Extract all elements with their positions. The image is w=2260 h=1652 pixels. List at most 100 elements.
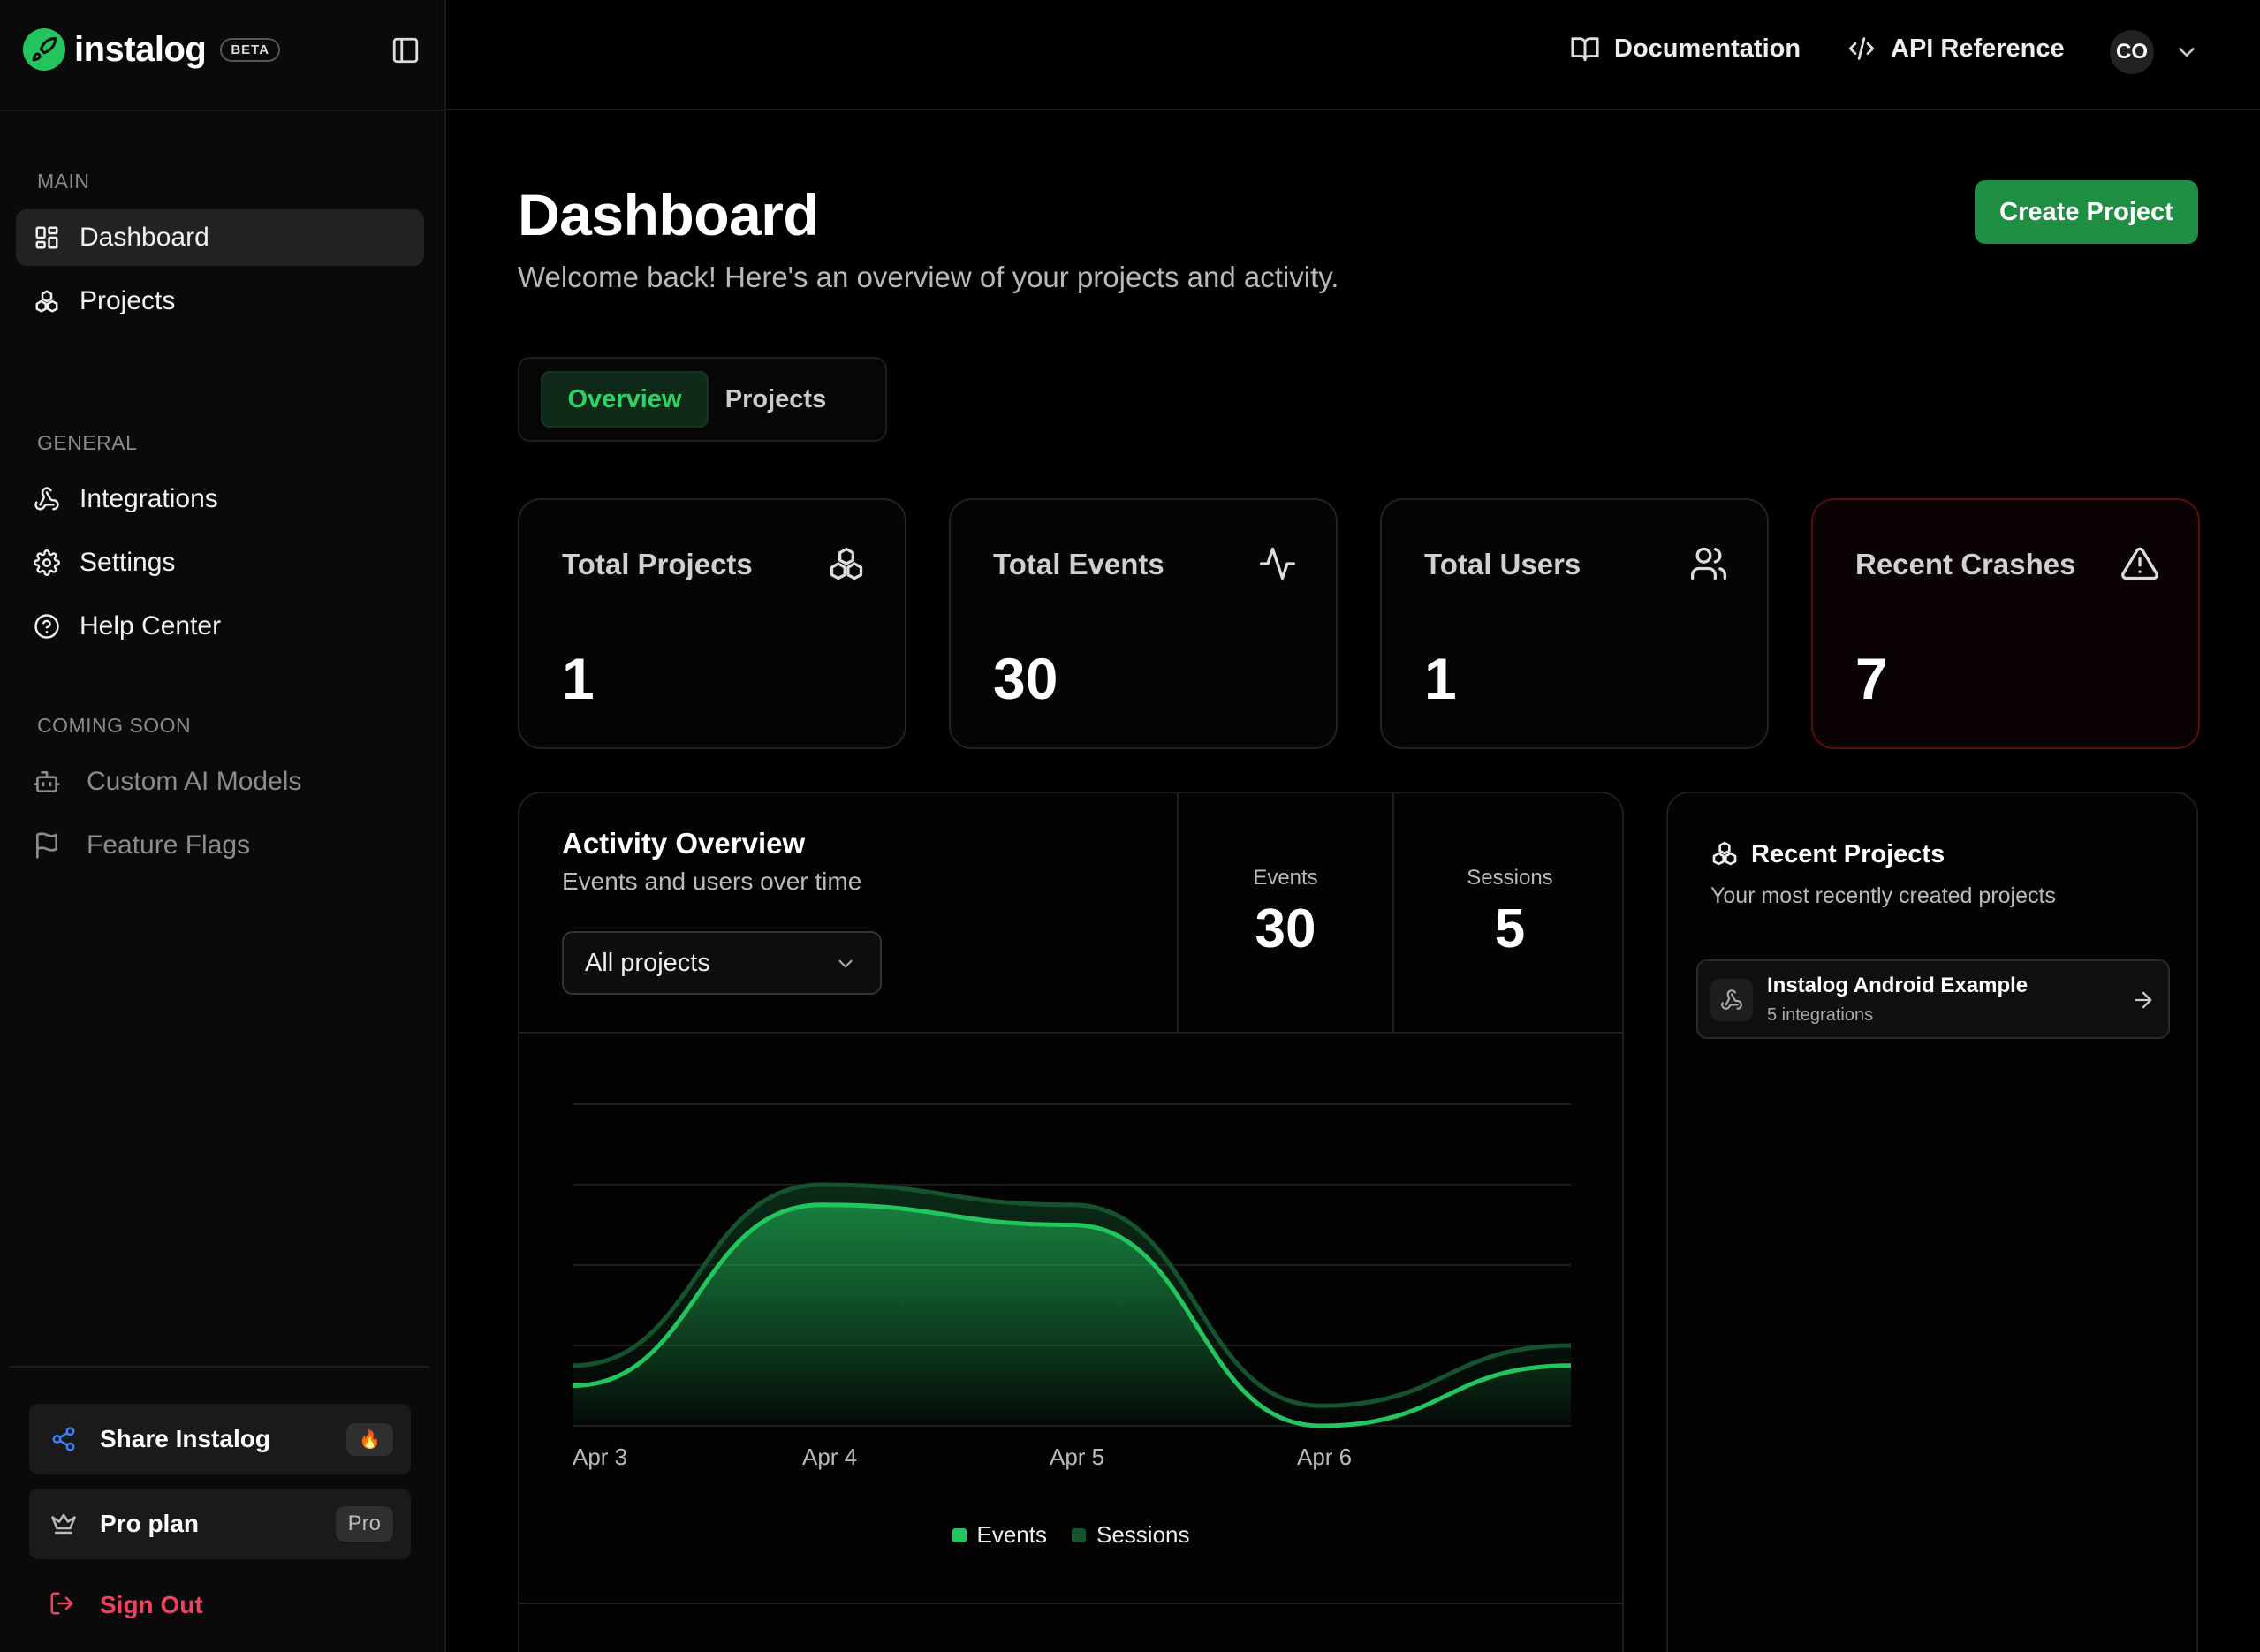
activity-area-chart: Apr 3 Apr 4 Apr 5 Apr 6 bbox=[572, 1103, 1572, 1470]
crown-icon bbox=[49, 1509, 79, 1539]
section-label-main: MAIN bbox=[37, 170, 90, 193]
share-instalog-button[interactable]: Share Instalog 🔥 bbox=[29, 1404, 411, 1474]
recent-projects-panel: Recent Projects Your most recently creat… bbox=[1666, 792, 2198, 1652]
sidebar-item-label: Dashboard bbox=[80, 223, 209, 252]
legend-item-sessions[interactable]: Sessions bbox=[1072, 1521, 1190, 1549]
metric-sessions-value: 5 bbox=[1494, 898, 1526, 959]
stat-title: Total Users bbox=[1424, 548, 1581, 580]
sidebar-item-label: Integrations bbox=[80, 484, 218, 513]
x-tick-label: Apr 3 bbox=[573, 1444, 627, 1470]
sidebar-item-label: Custom AI Models bbox=[87, 767, 302, 796]
api-reference-label: API Reference bbox=[1891, 34, 2065, 63]
tab-projects[interactable]: Projects bbox=[721, 371, 830, 428]
pro-plan-label: Pro plan bbox=[100, 1510, 200, 1537]
stat-value: 30 bbox=[993, 646, 1058, 711]
x-tick-label: Apr 4 bbox=[802, 1444, 857, 1470]
sidebar-item-settings[interactable]: Settings bbox=[16, 534, 424, 591]
project-filter-value: All projects bbox=[585, 948, 710, 977]
documentation-label: Documentation bbox=[1614, 34, 1801, 63]
sidebar-item-label: Settings bbox=[80, 548, 176, 577]
activity-icon bbox=[1258, 544, 1297, 583]
bot-icon bbox=[32, 767, 62, 797]
stat-value: 1 bbox=[562, 646, 595, 711]
avatar[interactable]: CO bbox=[2110, 30, 2154, 74]
rocket-logo-icon bbox=[23, 28, 65, 71]
stat-card-total-users: Total Users 1 bbox=[1380, 498, 1769, 749]
metric-events-label: Events bbox=[1253, 866, 1318, 890]
brand-name: instalog bbox=[74, 29, 207, 69]
sidebar-item-dashboard[interactable]: Dashboard bbox=[16, 209, 424, 266]
stat-card-total-events: Total Events 30 bbox=[949, 498, 1338, 749]
boxes-icon bbox=[827, 544, 866, 583]
create-project-button[interactable]: Create Project bbox=[1975, 180, 2198, 244]
webhook-icon bbox=[1710, 979, 1753, 1021]
x-tick-label: Apr 5 bbox=[1050, 1444, 1104, 1470]
metric-events-value: 30 bbox=[1255, 898, 1316, 959]
page-title: Dashboard bbox=[518, 182, 819, 247]
activity-overview-panel: Activity Overview Events and users over … bbox=[518, 792, 1624, 1652]
sign-out-button[interactable]: Sign Out bbox=[49, 1590, 203, 1620]
project-integrations-count: 5 integrations bbox=[1767, 1005, 1874, 1025]
sidebar-item-custom-ai-models: Custom AI Models bbox=[16, 754, 424, 810]
project-name: Instalog Android Example bbox=[1767, 974, 2029, 997]
legend-item-events[interactable]: Events bbox=[952, 1521, 1048, 1549]
documentation-link[interactable]: Documentation bbox=[1570, 34, 1801, 64]
sidebar: instalog BETA MAIN Dashboard Projects GE… bbox=[0, 0, 446, 1652]
page-subtitle: Welcome back! Here's an overview of your… bbox=[518, 261, 1339, 293]
panel-divider bbox=[519, 1603, 1622, 1604]
api-reference-link[interactable]: API Reference bbox=[1847, 34, 2065, 64]
layout-dashboard-icon bbox=[32, 223, 62, 253]
project-filter-select[interactable]: All projects bbox=[562, 931, 882, 995]
sidebar-item-label: Projects bbox=[80, 286, 176, 315]
stat-card-recent-crashes: Recent Crashes 7 bbox=[1811, 498, 2200, 749]
gear-icon bbox=[32, 548, 62, 578]
metric-sessions-label: Sessions bbox=[1467, 866, 1553, 890]
x-tick-label: Apr 6 bbox=[1297, 1444, 1352, 1470]
stat-card-total-projects: Total Projects 1 bbox=[518, 498, 906, 749]
legend-swatch bbox=[1072, 1527, 1086, 1542]
alert-triangle-icon bbox=[2120, 544, 2159, 583]
sidebar-item-integrations[interactable]: Integrations bbox=[16, 471, 424, 527]
activity-title: Activity Overview bbox=[562, 827, 806, 860]
stat-value: 7 bbox=[1855, 646, 1888, 711]
top-bar: Documentation API Reference CO bbox=[446, 0, 2260, 110]
sidebar-toggle-icon[interactable] bbox=[391, 35, 421, 65]
legend-label: Events bbox=[976, 1521, 1048, 1548]
arrow-right-icon bbox=[2131, 988, 2156, 1012]
sidebar-item-projects[interactable]: Projects bbox=[16, 273, 424, 330]
section-label-coming-soon: COMING SOON bbox=[37, 714, 192, 737]
recent-project-item[interactable]: Instalog Android Example 5 integrations bbox=[1696, 959, 2170, 1039]
sidebar-item-feature-flags: Feature Flags bbox=[16, 817, 424, 874]
sidebar-divider bbox=[0, 110, 446, 111]
activity-subtitle: Events and users over time bbox=[562, 868, 862, 895]
recent-projects-header: Recent Projects bbox=[1710, 839, 1945, 869]
pro-badge: Pro bbox=[335, 1506, 393, 1542]
sign-out-label: Sign Out bbox=[100, 1591, 203, 1618]
sidebar-item-label: Help Center bbox=[80, 611, 222, 640]
section-label-general: GENERAL bbox=[37, 431, 138, 454]
flag-icon bbox=[32, 830, 62, 860]
sidebar-item-help-center[interactable]: Help Center bbox=[16, 598, 424, 655]
tab-bar: Overview Projects bbox=[518, 357, 887, 442]
sidebar-item-label: Feature Flags bbox=[87, 830, 251, 860]
help-circle-icon bbox=[32, 611, 62, 641]
sidebar-divider bbox=[9, 1366, 429, 1368]
users-icon bbox=[1689, 544, 1728, 583]
chevron-down-icon bbox=[834, 952, 857, 975]
webhook-icon bbox=[32, 484, 62, 514]
legend-swatch bbox=[952, 1527, 967, 1542]
tab-overview[interactable]: Overview bbox=[541, 371, 709, 428]
stat-title: Total Projects bbox=[562, 548, 753, 580]
code-icon bbox=[1847, 34, 1877, 64]
share-instalog-label: Share Instalog bbox=[100, 1425, 270, 1452]
log-out-icon bbox=[49, 1590, 79, 1620]
brand-logo-link[interactable]: instalog BETA bbox=[23, 27, 281, 72]
recent-projects-title: Recent Projects bbox=[1751, 839, 1945, 868]
boxes-icon bbox=[1710, 839, 1741, 869]
chevron-down-icon[interactable] bbox=[2173, 39, 2200, 65]
book-open-icon bbox=[1570, 34, 1600, 64]
chart-legend: Events Sessions bbox=[519, 1521, 1622, 1549]
stat-title: Total Events bbox=[993, 548, 1164, 580]
legend-label: Sessions bbox=[1096, 1521, 1190, 1548]
pro-plan-button[interactable]: Pro plan Pro bbox=[29, 1489, 411, 1559]
